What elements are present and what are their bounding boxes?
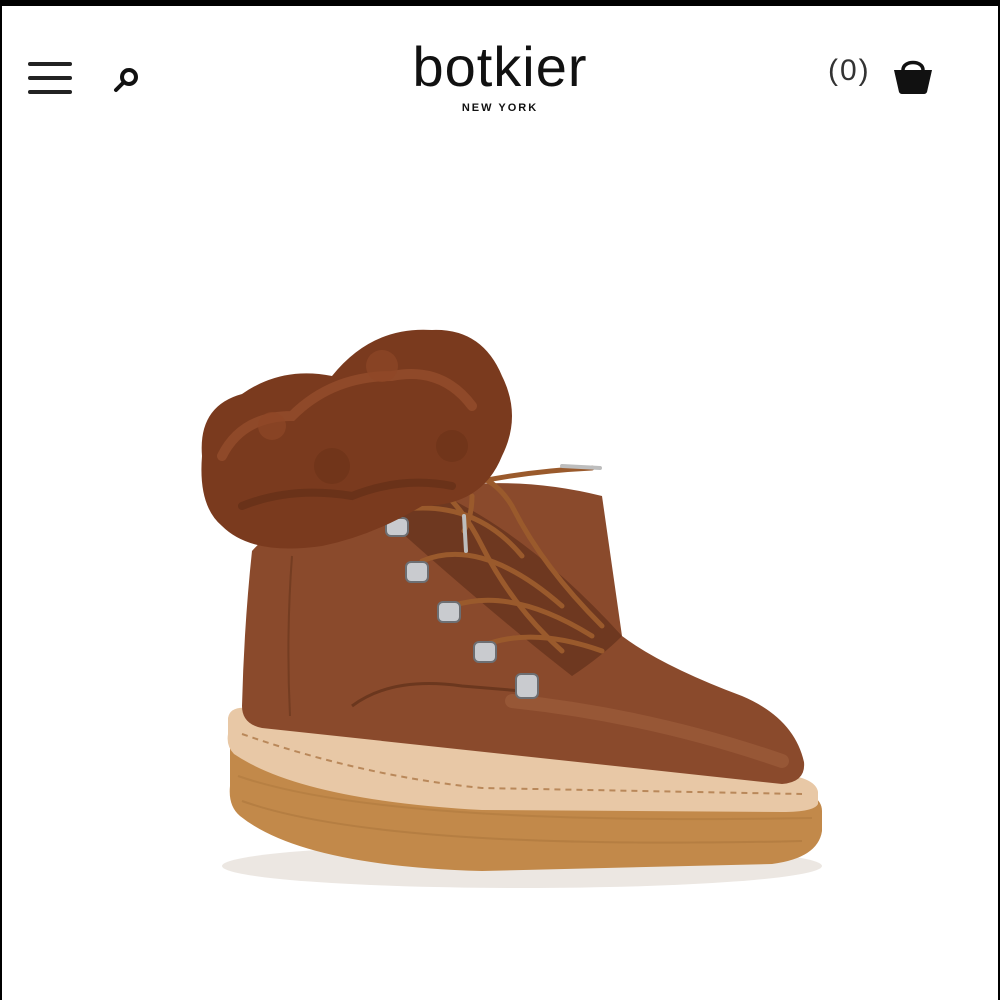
search-icon [114, 68, 138, 92]
search-button[interactable] [108, 62, 144, 98]
menu-button[interactable] [26, 54, 74, 102]
product-image-boot[interactable] [182, 306, 842, 906]
shopping-bag-icon [894, 60, 932, 94]
site-header: botkier NEW YORK (0) [2, 6, 998, 146]
cart-button[interactable] [890, 54, 936, 96]
cart-count[interactable]: (0) [828, 54, 871, 88]
page: botkier NEW YORK (0) [0, 0, 1000, 1000]
logo-wordmark: botkier [412, 35, 588, 98]
hamburger-menu-icon [28, 62, 72, 94]
logo-subtitle: NEW YORK [461, 102, 539, 114]
boot-illustration [201, 329, 822, 888]
brand-logo[interactable]: botkier NEW YORK [350, 35, 650, 115]
